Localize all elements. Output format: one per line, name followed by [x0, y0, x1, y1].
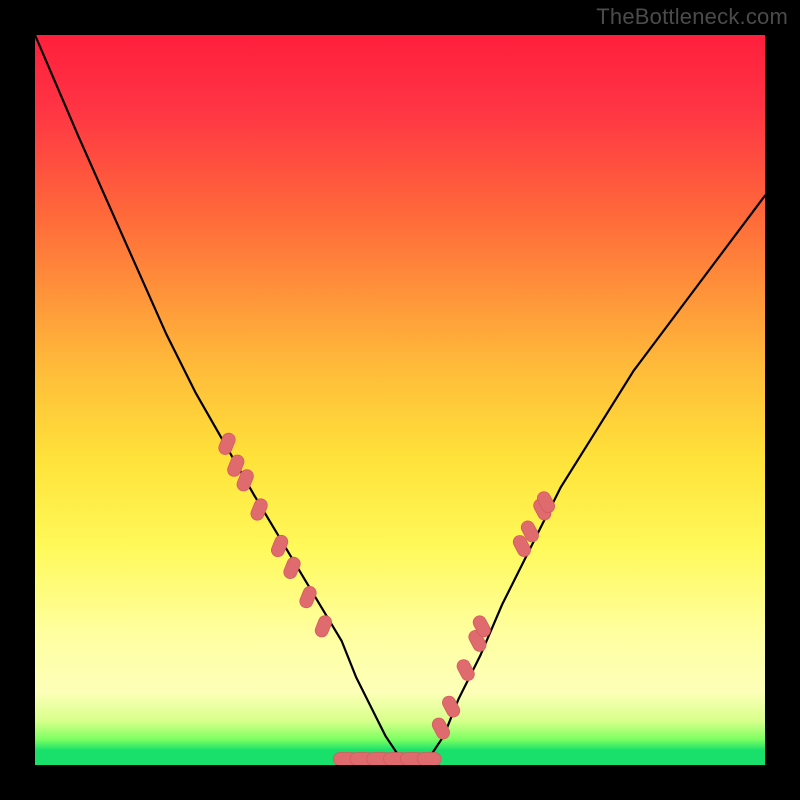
bottleneck-curve-plot [35, 35, 765, 765]
markers-left-branch [217, 431, 334, 639]
curve-line [35, 35, 765, 765]
watermark-text: TheBottleneck.com [596, 4, 788, 30]
markers-right-branch [430, 489, 557, 741]
chart-frame: TheBottleneck.com [0, 0, 800, 800]
markers-bottom-cluster [333, 753, 441, 766]
